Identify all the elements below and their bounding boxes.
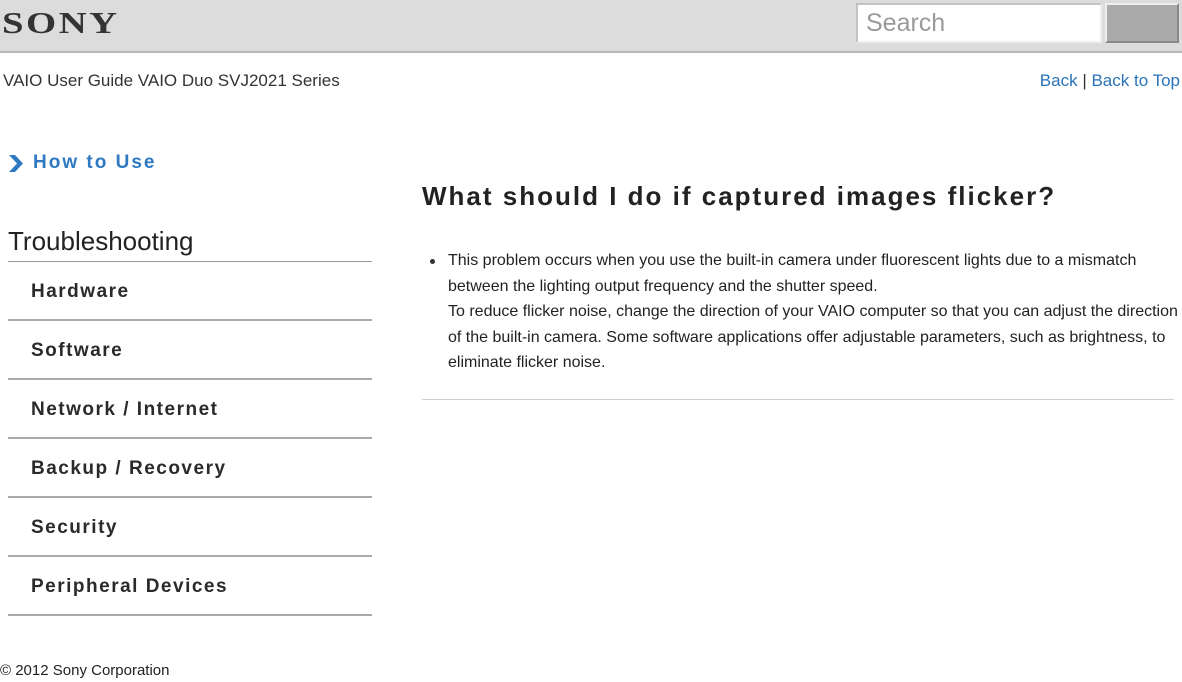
item-text-2: To reduce flicker noise, change the dire… [448,303,1178,371]
sidebar-item-software[interactable]: Software [8,321,372,380]
guide-title: VAIO User Guide VAIO Duo SVJ2021 Series [3,71,340,90]
link-separator: | [1082,71,1087,90]
how-to-use-link[interactable]: How to Use [9,152,156,174]
sidebar-item-network-internet[interactable]: Network / Internet [8,380,372,439]
content-divider [422,399,1174,400]
sidebar-item-security[interactable]: Security [8,498,372,557]
article-body: This problem occurs when you use the bui… [430,248,1182,376]
sony-logo[interactable]: SONY [2,5,120,41]
item-text-1: This problem occurs when you use the bui… [448,252,1137,295]
site-header: SONY [0,0,1182,53]
back-to-top-link[interactable]: Back to Top [1091,71,1180,90]
back-link[interactable]: Back [1040,71,1078,90]
bullet-icon [430,259,435,264]
sidebar-item-backup-recovery[interactable]: Backup / Recovery [8,439,372,498]
sidebar-item-peripheral-devices[interactable]: Peripheral Devices [8,557,372,616]
copyright: © 2012 Sony Corporation [0,662,170,679]
chevron-right-icon [9,154,23,172]
bullet-list: This problem occurs when you use the bui… [430,248,1182,376]
article-title: What should I do if captured images flic… [422,181,1057,211]
sidebar-nav: Hardware Software Network / Internet Bac… [8,262,372,616]
search-input[interactable] [856,3,1102,43]
how-to-use-label: How to Use [33,152,157,173]
sidebar-item-hardware[interactable]: Hardware [8,262,372,321]
list-item: This problem occurs when you use the bui… [430,248,1182,376]
top-links: Back | Back to Top [1040,71,1180,91]
section-title: Troubleshooting [8,226,372,262]
search-button[interactable] [1105,3,1179,43]
